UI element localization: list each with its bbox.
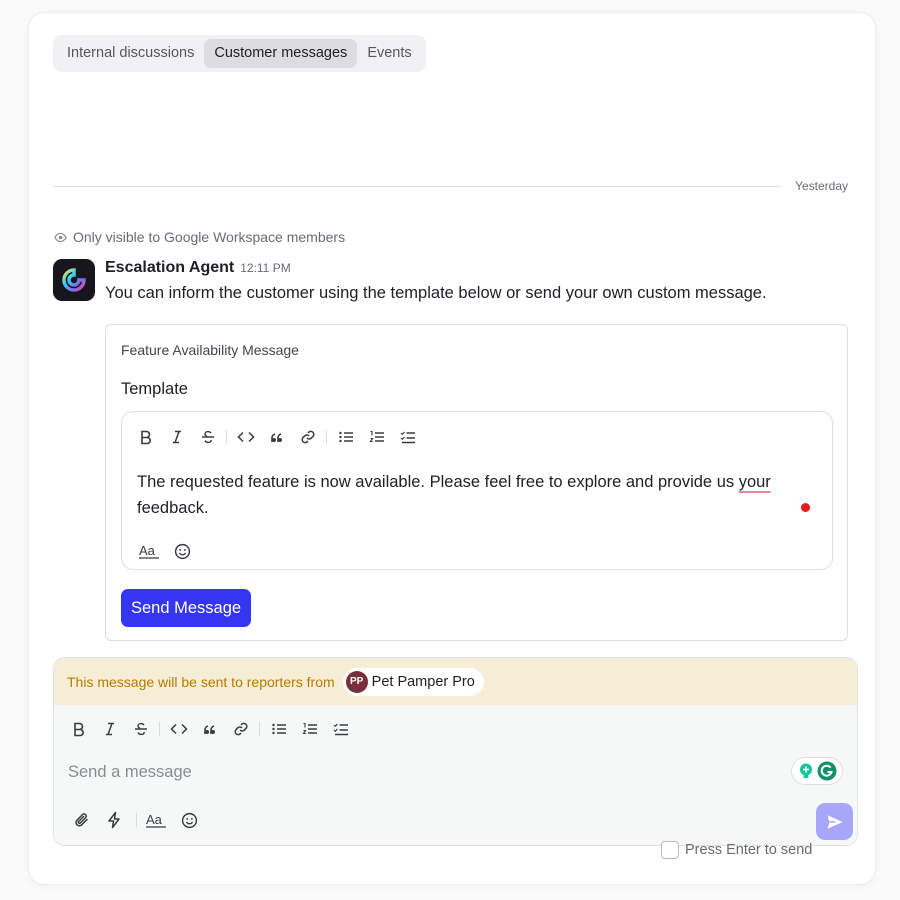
checklist-icon[interactable] [392,425,423,449]
toolbar-separator [226,430,227,444]
code-icon[interactable] [163,717,194,741]
bullet-list-icon[interactable] [263,717,294,741]
agent-logo-icon [62,268,86,292]
visibility-note: Only visible to Google Workspace members [54,229,345,245]
code-icon[interactable] [230,425,261,449]
template-editor[interactable]: The requested feature is now available. … [121,411,833,570]
template-section-label: Template [121,380,188,398]
enter-to-send-label: Press Enter to send [685,842,813,858]
composer-footer: Aa [69,808,208,832]
svg-text:Aa: Aa [146,812,163,827]
template-body-text-end: feedback. [137,499,209,517]
lightbulb-icon[interactable] [797,762,815,780]
template-editor-footer: Aa [137,539,201,563]
tab-events[interactable]: Events [357,39,421,68]
toolbar-separator [159,722,160,736]
attachment-icon[interactable] [69,808,95,832]
tab-bar: Internal discussions Customer messages E… [53,35,426,72]
bold-icon[interactable] [130,425,161,449]
strikethrough-icon[interactable] [192,425,223,449]
toolbar-separator [259,722,260,736]
message-timestamp: 12:11 PM [240,261,291,275]
message-input[interactable] [68,763,768,782]
send-template-button[interactable]: Send Message [121,589,252,627]
emoji-icon[interactable] [176,808,202,832]
quote-icon[interactable] [261,425,292,449]
organization-avatar: PP [345,670,368,693]
tab-customer-messages[interactable]: Customer messages [204,39,358,68]
divider-line [53,186,781,187]
text-format-icon[interactable]: Aa [144,808,170,832]
link-icon[interactable] [225,717,256,741]
organization-name: Pet Pamper Pro [371,673,475,690]
send-button[interactable] [816,803,853,840]
recipient-banner-text: This message will be sent to reporters f… [67,673,335,690]
svg-text:Aa: Aa [139,543,156,558]
date-divider-label: Yesterday [795,179,848,193]
lightning-icon[interactable] [101,808,127,832]
template-body[interactable]: The requested feature is now available. … [137,469,817,521]
checklist-icon[interactable] [325,717,356,741]
writing-assistant-widget[interactable] [791,757,843,785]
send-arrow-icon [827,814,842,829]
link-icon[interactable] [292,425,323,449]
recording-indicator-dot [801,503,810,512]
agent-avatar [53,259,95,301]
composer-body: Aa [54,705,857,845]
tab-internal-discussions[interactable]: Internal discussions [57,39,204,68]
text-format-icon[interactable]: Aa [137,539,163,563]
toolbar-separator [326,430,327,444]
agent-message-text: You can inform the customer using the te… [105,284,767,302]
bold-icon[interactable] [63,717,94,741]
eye-icon [54,232,67,242]
enter-to-send-checkbox[interactable] [661,841,679,859]
sender-name: Escalation Agent [105,259,235,276]
enter-to-send-option[interactable]: Press Enter to send [661,841,812,859]
italic-icon[interactable] [161,425,192,449]
composer-formatting-toolbar [63,717,356,741]
template-body-text-start: The requested feature is now available. … [137,473,739,491]
italic-icon[interactable] [94,717,125,741]
recipient-banner: This message will be sent to reporters f… [54,658,857,705]
date-divider: Yesterday [53,179,848,193]
numbered-list-icon[interactable] [361,425,392,449]
agent-message-header: Escalation Agent 12:11 PM [105,259,291,277]
grammarly-icon[interactable] [817,761,837,781]
emoji-icon[interactable] [169,539,195,563]
numbered-list-icon[interactable] [294,717,325,741]
template-card-title: Feature Availability Message [121,342,299,358]
quote-icon[interactable] [194,717,225,741]
template-formatting-toolbar [130,425,423,449]
message-composer: This message will be sent to reporters f… [53,657,858,846]
toolbar-separator [136,813,137,827]
template-card: Feature Availability Message Template Th… [105,324,848,641]
spellcheck-underlined-word[interactable]: your [739,473,771,491]
visibility-note-text: Only visible to Google Workspace members [73,229,346,245]
bullet-list-icon[interactable] [330,425,361,449]
strikethrough-icon[interactable] [125,717,156,741]
organization-chip[interactable]: PP Pet Pamper Pro [342,667,484,696]
conversation-panel: Internal discussions Customer messages E… [28,12,876,885]
